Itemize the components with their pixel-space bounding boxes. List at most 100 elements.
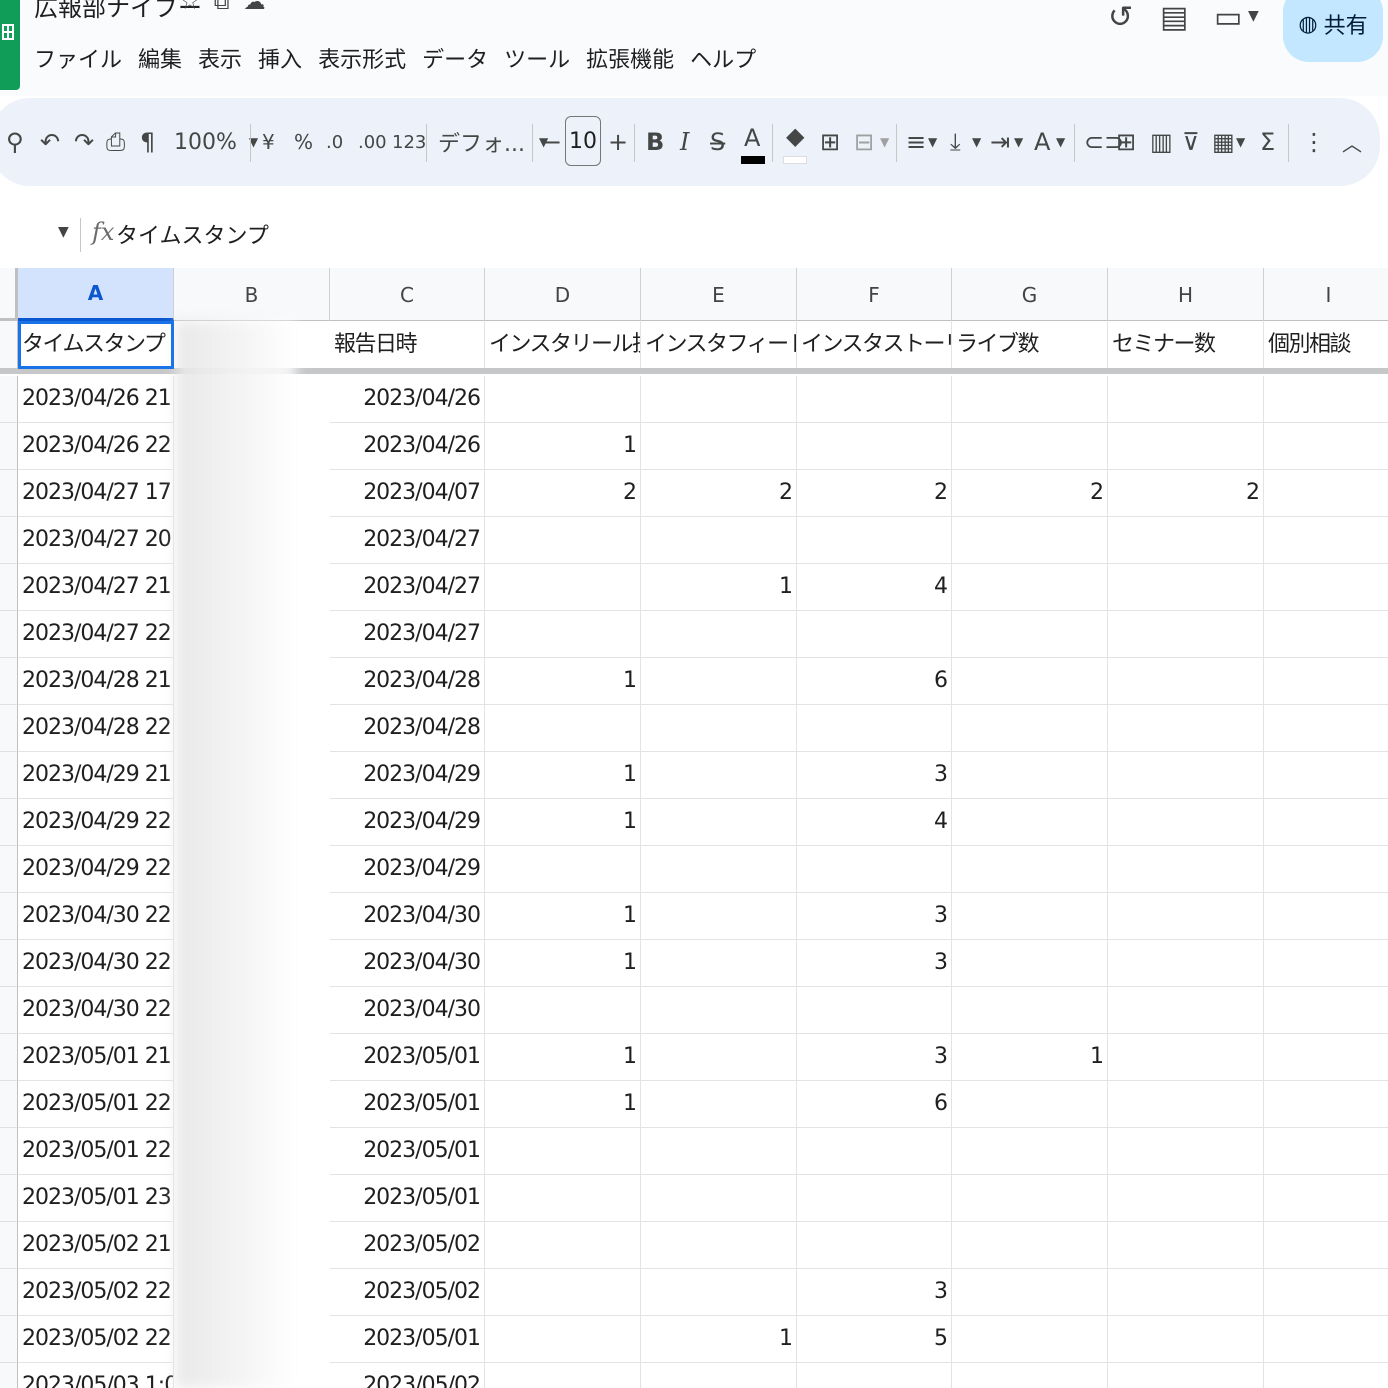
table-cell[interactable]: 2023/04/28 21:50:04 (18, 658, 174, 705)
menu-item[interactable]: ファイル (34, 42, 122, 74)
table-cell[interactable]: 2 (641, 470, 797, 517)
table-cell[interactable] (1108, 752, 1264, 799)
table-cell[interactable]: 2023/04/27 17:55:35 (18, 470, 174, 517)
table-cell[interactable] (485, 987, 641, 1034)
table-cell[interactable] (797, 611, 952, 658)
table-cell[interactable] (1108, 1034, 1264, 1081)
table-cell[interactable]: 3 (797, 752, 952, 799)
row-header[interactable] (0, 705, 18, 752)
table-cell[interactable] (1264, 1316, 1388, 1363)
name-box-chevron-icon[interactable]: ▼ (58, 224, 69, 240)
table-cell[interactable] (1264, 799, 1388, 846)
table-cell[interactable]: 2023/04/27 20:38:47 (18, 517, 174, 564)
table-cell[interactable] (952, 376, 1108, 423)
table-cell[interactable] (1108, 1269, 1264, 1316)
table-cell[interactable] (1108, 1316, 1264, 1363)
select-all-corner[interactable] (0, 268, 18, 321)
table-cell[interactable] (485, 1175, 641, 1222)
text-rotation-icon[interactable]: A (1034, 98, 1050, 186)
filter-icon[interactable]: ⊽ (1182, 98, 1200, 186)
table-cell[interactable]: 5 (797, 1316, 952, 1363)
table-cell[interactable] (952, 1175, 1108, 1222)
table-cell[interactable] (1108, 893, 1264, 940)
table-cell[interactable]: 2023/04/27 (330, 564, 485, 611)
table-cell[interactable] (797, 987, 952, 1034)
table-cell[interactable] (641, 893, 797, 940)
table-cell[interactable]: 2023/05/01 22:53:41 (18, 1128, 174, 1175)
table-cell[interactable]: 1 (485, 1034, 641, 1081)
table-cell[interactable]: 2 (485, 470, 641, 517)
table-cell[interactable]: 4 (797, 799, 952, 846)
table-cell[interactable] (1108, 1081, 1264, 1128)
table-cell[interactable]: 2 (1108, 470, 1264, 517)
formula-input[interactable]: タイムスタンプ (116, 218, 269, 250)
table-cell[interactable] (797, 1363, 952, 1388)
column-header-c[interactable]: C (330, 268, 485, 321)
table-cell[interactable]: 2023/04/30 (330, 987, 485, 1034)
search-menus-icon[interactable]: ⚲ (6, 98, 24, 186)
table-cell[interactable] (1264, 752, 1388, 799)
meet-dropdown-chevron-icon[interactable]: ▼ (1248, 8, 1259, 24)
table-cell[interactable] (952, 1363, 1108, 1388)
menu-item[interactable]: 表示形式 (318, 42, 406, 74)
table-cell[interactable] (1264, 1128, 1388, 1175)
table-cell[interactable]: 6 (797, 658, 952, 705)
table-cell[interactable]: 1 (641, 564, 797, 611)
table-cell[interactable]: 1 (952, 1034, 1108, 1081)
table-cell[interactable] (641, 1363, 797, 1388)
redo-icon[interactable]: ↷ (74, 98, 94, 186)
table-cell[interactable] (952, 846, 1108, 893)
text-color-icon[interactable]: A (744, 94, 760, 182)
column-header-f[interactable]: F (797, 268, 952, 321)
table-cell[interactable] (797, 1128, 952, 1175)
row-header[interactable] (0, 1081, 18, 1128)
table-cell[interactable] (1264, 846, 1388, 893)
filter-views-icon[interactable]: ▦ (1212, 98, 1235, 186)
table-cell[interactable]: 2023/04/27 21:49:40 (18, 564, 174, 611)
version-history-icon[interactable]: ↺ (1108, 0, 1133, 35)
table-cell[interactable]: 2023/04/26 (330, 376, 485, 423)
table-cell[interactable] (952, 799, 1108, 846)
header-cell[interactable]: セミナー数 (1108, 321, 1264, 369)
fill-color-icon[interactable]: ◆ (786, 92, 804, 180)
table-cell[interactable] (485, 1222, 641, 1269)
table-cell[interactable]: 2023/05/02 22:57:35 (18, 1316, 174, 1363)
table-cell[interactable] (952, 940, 1108, 987)
column-header-a[interactable]: A (18, 268, 174, 321)
table-cell[interactable]: 2023/04/26 22:13:08 (18, 423, 174, 470)
table-cell[interactable]: 2023/05/02 21:20:12 (18, 1222, 174, 1269)
table-cell[interactable]: 2023/05/02 (330, 1363, 485, 1388)
table-cell[interactable]: 1 (485, 940, 641, 987)
row-header[interactable] (0, 470, 18, 517)
table-cell[interactable] (1264, 1363, 1388, 1388)
table-cell[interactable] (1264, 470, 1388, 517)
table-cell[interactable] (641, 799, 797, 846)
collapse-toolbar-chevron-icon[interactable]: ︿ (1342, 98, 1362, 186)
table-cell[interactable]: 2023/05/01 (330, 1175, 485, 1222)
table-cell[interactable] (797, 705, 952, 752)
document-title[interactable]: 広報部ナイブー (34, 0, 202, 23)
menu-item[interactable]: ヘルプ (690, 42, 756, 74)
table-cell[interactable] (485, 846, 641, 893)
comments-icon[interactable]: ▤ (1160, 0, 1188, 35)
table-cell[interactable] (1108, 1175, 1264, 1222)
table-cell[interactable] (952, 705, 1108, 752)
more-options-icon[interactable]: ⋮ (1302, 98, 1326, 186)
table-cell[interactable]: 2023/05/01 (330, 1128, 485, 1175)
table-cell[interactable] (1108, 564, 1264, 611)
table-cell[interactable] (641, 611, 797, 658)
column-header-d[interactable]: D (485, 268, 641, 321)
currency-format-button[interactable]: ¥ (262, 98, 275, 186)
table-cell[interactable] (641, 423, 797, 470)
table-cell[interactable] (952, 1269, 1108, 1316)
table-cell[interactable] (952, 1222, 1108, 1269)
table-cell[interactable]: 2023/05/02 22:49:40 (18, 1269, 174, 1316)
table-cell[interactable]: 2023/05/02 (330, 1222, 485, 1269)
table-cell[interactable] (641, 1128, 797, 1175)
vertical-align-icon[interactable]: ⤓ (950, 98, 961, 186)
table-cell[interactable] (641, 1081, 797, 1128)
font-size-input[interactable]: 10 (565, 116, 601, 166)
cloud-status-icon[interactable]: ☁ (243, 0, 265, 15)
row-header[interactable] (0, 658, 18, 705)
table-cell[interactable] (1264, 564, 1388, 611)
